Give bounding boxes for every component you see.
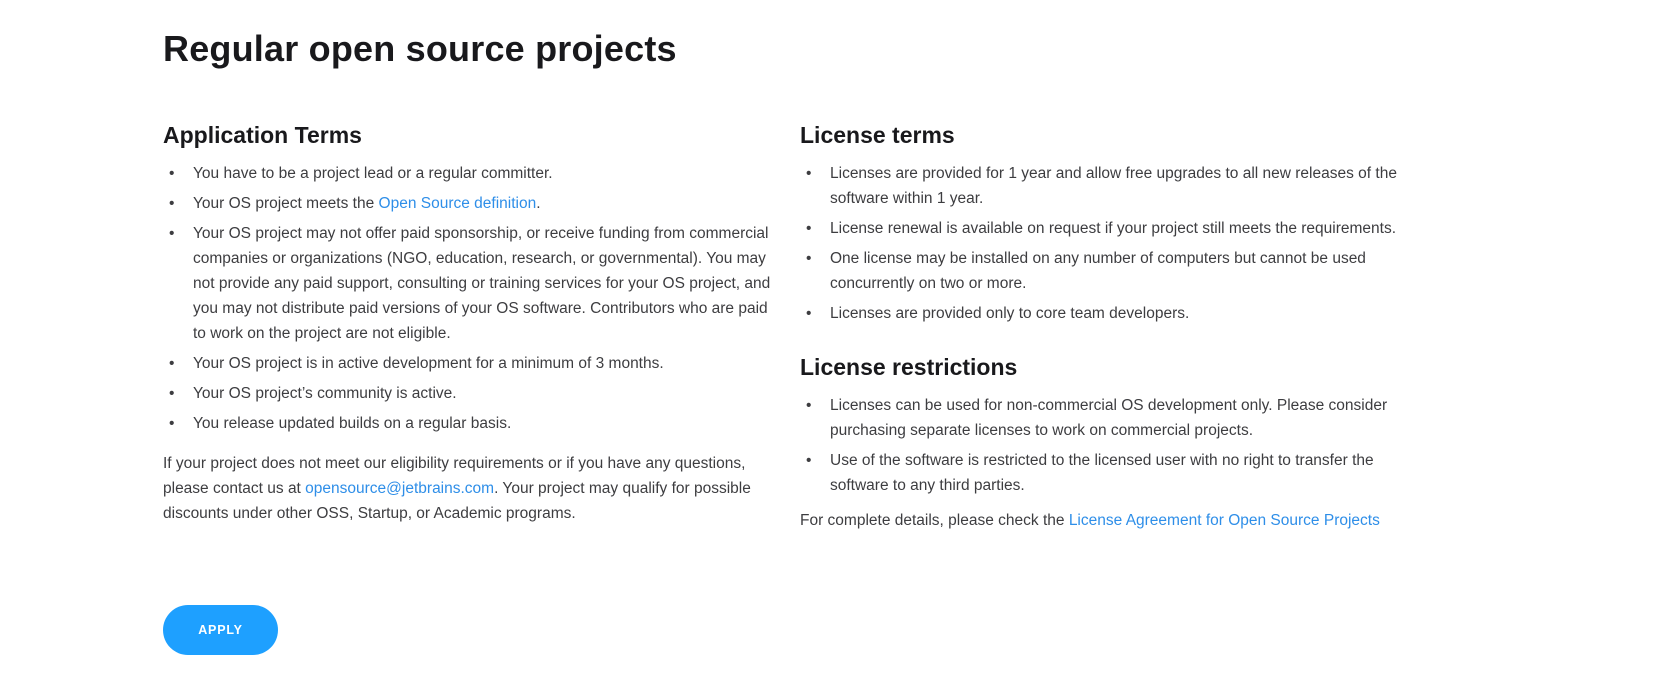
bullet-icon: • — [806, 220, 812, 237]
license-agreement-link[interactable]: License Agreement for Open Source Projec… — [1069, 512, 1380, 529]
list-item-text: Licenses are provided only to core team … — [830, 305, 1190, 322]
bullet-icon: • — [806, 397, 812, 414]
list-item-text: . — [536, 195, 541, 212]
bullet-icon: • — [169, 355, 175, 372]
list-item-text: Licenses can be used for non-commercial … — [830, 397, 1388, 439]
list-item: • License renewal is available on reques… — [800, 216, 1415, 241]
bullet-icon: • — [169, 195, 175, 212]
bullet-icon: • — [806, 452, 812, 469]
bullet-icon: • — [169, 415, 175, 432]
bullet-icon: • — [169, 165, 175, 182]
page: Regular open source projects Application… — [0, 0, 1655, 685]
application-terms-title: Application Terms — [163, 122, 362, 148]
license-details-note: For complete details, please check the L… — [800, 508, 1415, 533]
list-item: • Licenses are provided for 1 year and a… — [800, 161, 1415, 211]
list-item: • Licenses can be used for non-commercia… — [800, 393, 1415, 443]
bullet-icon: • — [806, 305, 812, 322]
license-terms-list: • Licenses are provided for 1 year and a… — [800, 161, 1415, 326]
application-terms-column: Application Terms • You have to be a pro… — [163, 120, 773, 526]
contact-email-link[interactable]: opensource@jetbrains.com — [305, 480, 494, 497]
list-item-text: You release updated builds on a regular … — [193, 415, 512, 432]
open-source-definition-link[interactable]: Open Source definition — [379, 195, 537, 212]
license-column: License terms • Licenses are provided fo… — [800, 120, 1415, 533]
list-item-text: Your OS project may not offer paid spons… — [193, 225, 771, 342]
list-item-text: License renewal is available on request … — [830, 220, 1397, 237]
list-item-text: One license may be installed on any numb… — [830, 250, 1366, 292]
list-item: • One license may be installed on any nu… — [800, 246, 1415, 296]
list-item: • You have to be a project lead or a reg… — [163, 161, 773, 186]
license-details-text: For complete details, please check the — [800, 512, 1069, 529]
bullet-icon: • — [169, 385, 175, 402]
apply-button[interactable]: APPLY — [163, 605, 278, 655]
bullet-icon: • — [806, 250, 812, 267]
list-item-text: Your OS project meets the — [193, 195, 379, 212]
page-title: Regular open source projects — [163, 28, 677, 69]
eligibility-note: If your project does not meet our eligib… — [163, 451, 773, 526]
list-item: • Your OS project is in active developme… — [163, 351, 773, 376]
list-item: • Your OS project’s community is active. — [163, 381, 773, 406]
list-item: • You release updated builds on a regula… — [163, 411, 773, 436]
license-terms-title: License terms — [800, 122, 955, 148]
list-item: • Licenses are provided only to core tea… — [800, 301, 1415, 326]
list-item-text: Licenses are provided for 1 year and all… — [830, 165, 1397, 207]
list-item-text: You have to be a project lead or a regul… — [193, 165, 553, 182]
application-terms-list: • You have to be a project lead or a reg… — [163, 161, 773, 436]
list-item: • Use of the software is restricted to t… — [800, 448, 1415, 498]
list-item-text: Your OS project’s community is active. — [193, 385, 457, 402]
bullet-icon: • — [806, 165, 812, 182]
list-item-text: Your OS project is in active development… — [193, 355, 664, 372]
bullet-icon: • — [169, 225, 175, 242]
license-restrictions-title: License restrictions — [800, 354, 1018, 380]
list-item-text: Use of the software is restricted to the… — [830, 452, 1374, 494]
list-item: • Your OS project may not offer paid spo… — [163, 221, 773, 346]
list-item: • Your OS project meets the Open Source … — [163, 191, 773, 216]
license-restrictions-list: • Licenses can be used for non-commercia… — [800, 393, 1415, 498]
